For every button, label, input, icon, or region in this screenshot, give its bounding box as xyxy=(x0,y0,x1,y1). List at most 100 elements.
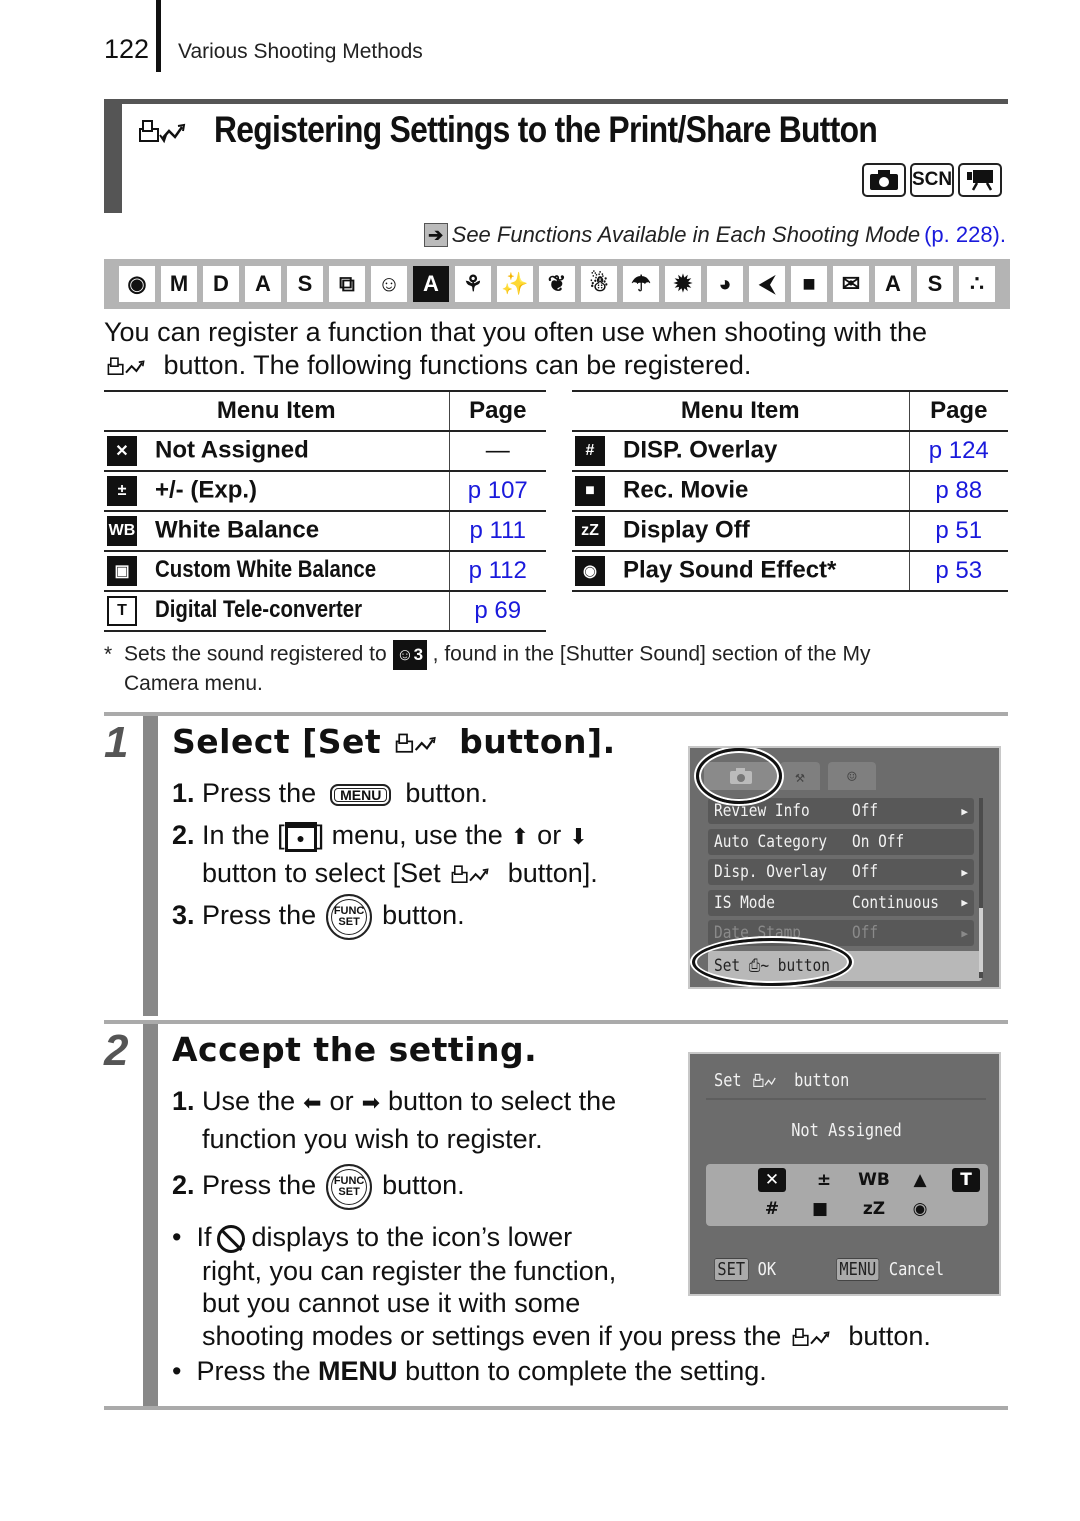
function-option-icon[interactable]: WB xyxy=(858,1168,890,1192)
menu-item-label: Digital Tele-converter xyxy=(155,596,363,624)
white-balance-icon: WB xyxy=(107,516,137,546)
table-row: WB White Balance p 111 xyxy=(104,511,546,552)
menu-item-label: Display Off xyxy=(623,516,750,544)
footnote-text: Sets the sound registered to xyxy=(124,642,387,666)
movie-icon xyxy=(958,163,1002,197)
manual-mode-icon: M xyxy=(161,266,197,302)
page-title: Registering Settings to the Print/Share … xyxy=(214,109,878,150)
page-ref-link[interactable]: p 112 xyxy=(448,551,546,592)
lcd-row-value: Off xyxy=(852,923,879,943)
column-header-menu-item: Menu Item xyxy=(572,390,909,432)
footnote-line-2: Camera menu. xyxy=(124,672,263,695)
column-header-page: Page xyxy=(448,390,546,432)
intro-line-2: button. The following functions can be r… xyxy=(104,349,1004,382)
highlight-ring xyxy=(692,938,852,986)
header-divider xyxy=(156,0,161,72)
underwater-icon: ⮜ xyxy=(749,266,785,302)
function-option-icon[interactable]: T xyxy=(952,1168,980,1192)
set-key-icon: SET xyxy=(714,1258,749,1281)
table-row: ◉ Play Sound Effect* p 53 xyxy=(572,551,1008,592)
digital-macro-icon: D xyxy=(203,266,239,302)
movie-camera-icon: ■ xyxy=(575,476,605,506)
right-arrow-icon: ➡ xyxy=(361,1090,380,1115)
step-2-item-2: 2. Press the FUNC SET button. xyxy=(172,1164,465,1210)
grid-overlay-icon: # xyxy=(575,436,605,466)
camera-icon xyxy=(862,163,906,197)
step-1-title: Select [Set button]. xyxy=(172,722,616,761)
page-ref-link[interactable]: p 124 xyxy=(908,431,1008,472)
function-option-icon[interactable]: zZ xyxy=(860,1197,888,1221)
dialog-title: Set button xyxy=(714,1070,850,1091)
beach-icon: ☂ xyxy=(623,266,659,302)
section-title: Various Shooting Methods xyxy=(178,40,423,63)
intro-line-2-text: button. The following functions can be r… xyxy=(156,350,752,380)
function-option-icon[interactable]: ◉ xyxy=(906,1197,934,1221)
print-share-icon xyxy=(393,731,447,757)
functions-table-right: Menu Item Page # DISP. Overlay p 124 ■ Rec. … xyxy=(572,390,1008,592)
step-1-item-3: 3. Press the FUNC SET button. xyxy=(172,894,465,940)
step-2-item-1: 1. Use the ⬅ or ➡ button to select the xyxy=(172,1086,617,1116)
intro-line-1: You can register a function that you oft… xyxy=(104,317,928,347)
print-share-icon xyxy=(448,863,500,887)
color-swap-icon: S xyxy=(287,266,323,302)
step-1-divider xyxy=(104,712,1008,716)
lcd-row-label: Disp. Overlay xyxy=(714,862,828,882)
menu-item-label: DISP. Overlay xyxy=(623,436,778,464)
title-block: Registering Settings to the Print/Share … xyxy=(104,99,1008,213)
lcd-menu-row[interactable]: IS Mode Continuous ▶ xyxy=(708,889,974,916)
step-2-divider xyxy=(104,1020,1008,1024)
function-option-icon[interactable]: ± xyxy=(810,1168,838,1192)
print-share-icon xyxy=(751,1072,785,1090)
left-arrow-icon: ⬅ xyxy=(303,1090,322,1115)
bullet-1-line-2: right, you can register the function, xyxy=(202,1256,617,1286)
fireworks-icon: ✹ xyxy=(665,266,701,302)
cancel-hint: MENU Cancel xyxy=(836,1258,944,1281)
right-arrow-icon: ▶ xyxy=(961,865,968,879)
sound-effect-icon: ◉ xyxy=(575,556,605,586)
lcd-row-value: Off xyxy=(852,801,879,821)
bullet-1-line-3: but you cannot use it with some xyxy=(202,1288,581,1318)
page-ref-link[interactable]: p 51 xyxy=(908,511,1008,552)
lcd-row-value: Off xyxy=(852,862,879,882)
digital-tele-converter-icon: T xyxy=(107,596,137,626)
print-share-icon xyxy=(138,117,196,147)
step-1-bar xyxy=(143,716,158,1016)
stitch-assist-icon: ⧉ xyxy=(329,266,365,302)
selected-function-name: Not Assigned xyxy=(791,1120,902,1141)
ok-hint: SET OK xyxy=(714,1258,776,1281)
footnote-text-after: , found in the [Shutter Sound] section o… xyxy=(432,642,871,666)
page-ref-link: — xyxy=(448,431,546,472)
page-ref-link[interactable]: p 53 xyxy=(908,551,1008,592)
page-ref-link[interactable]: p 111 xyxy=(448,511,546,552)
intro-paragraph: You can register a function that you oft… xyxy=(104,316,1004,382)
lcd-menu-row[interactable]: Auto Category On Off xyxy=(708,828,974,855)
arrow-right-icon: ➔ xyxy=(423,223,448,247)
function-option-icon[interactable]: # xyxy=(758,1197,786,1221)
bullet-1-line-4: shooting modes or settings even if you p… xyxy=(202,1321,931,1351)
page-ref-link[interactable]: p 107 xyxy=(448,471,546,512)
function-option-icon[interactable]: ✕ xyxy=(758,1168,786,1192)
page-ref-link[interactable]: p 88 xyxy=(908,471,1008,512)
see-also-page-ref[interactable]: (p. 228). xyxy=(924,222,1006,248)
shooting-mode-strip: ◉ M D A S ⧉ ☺ A ⚘ ✨ ❦ ☃ ☂ ✹ ◕ ⮜ ■ ✉ A S ∴ xyxy=(104,259,1010,309)
table-row: ▣ Custom White Balance p 112 xyxy=(104,551,546,592)
set-button-dialog-screenshot: Set button Not Assigned ✕ ± WB ▲ T # ■ zZ ◉ SET … xyxy=(688,1052,1001,1296)
page-ref-link[interactable]: p 69 xyxy=(448,591,546,632)
lcd-row-label: IS Mode xyxy=(714,892,775,913)
function-option-icon[interactable]: ■ xyxy=(806,1197,834,1221)
title-side-bar xyxy=(104,99,122,213)
page-number: 122 xyxy=(104,34,150,64)
night-snapshot-icon: A xyxy=(413,266,449,302)
snow-icon: ☃ xyxy=(581,266,617,302)
footnote: * Sets the sound registered to ☺ 3, found i… xyxy=(104,640,1004,698)
func-set-button-icon: FUNC SET xyxy=(326,894,373,940)
lcd-menu-row[interactable]: Disp. Overlay Off ▶ xyxy=(708,859,974,885)
see-also-link[interactable]: ➔ See Functions Available in Each Shooti… xyxy=(423,222,1006,248)
bottom-rule xyxy=(104,1406,1008,1410)
menu-item-label: Play Sound Effect* xyxy=(623,556,837,584)
functions-table-left: Menu Item Page ✕ Not Assigned — ± +/- (Exp.)… xyxy=(104,390,546,632)
not-assigned-icon: ✕ xyxy=(107,436,137,466)
function-option-icon[interactable]: ▲ xyxy=(906,1168,934,1192)
foliage-icon: ❦ xyxy=(539,266,575,302)
prohibited-icon xyxy=(217,1224,246,1253)
